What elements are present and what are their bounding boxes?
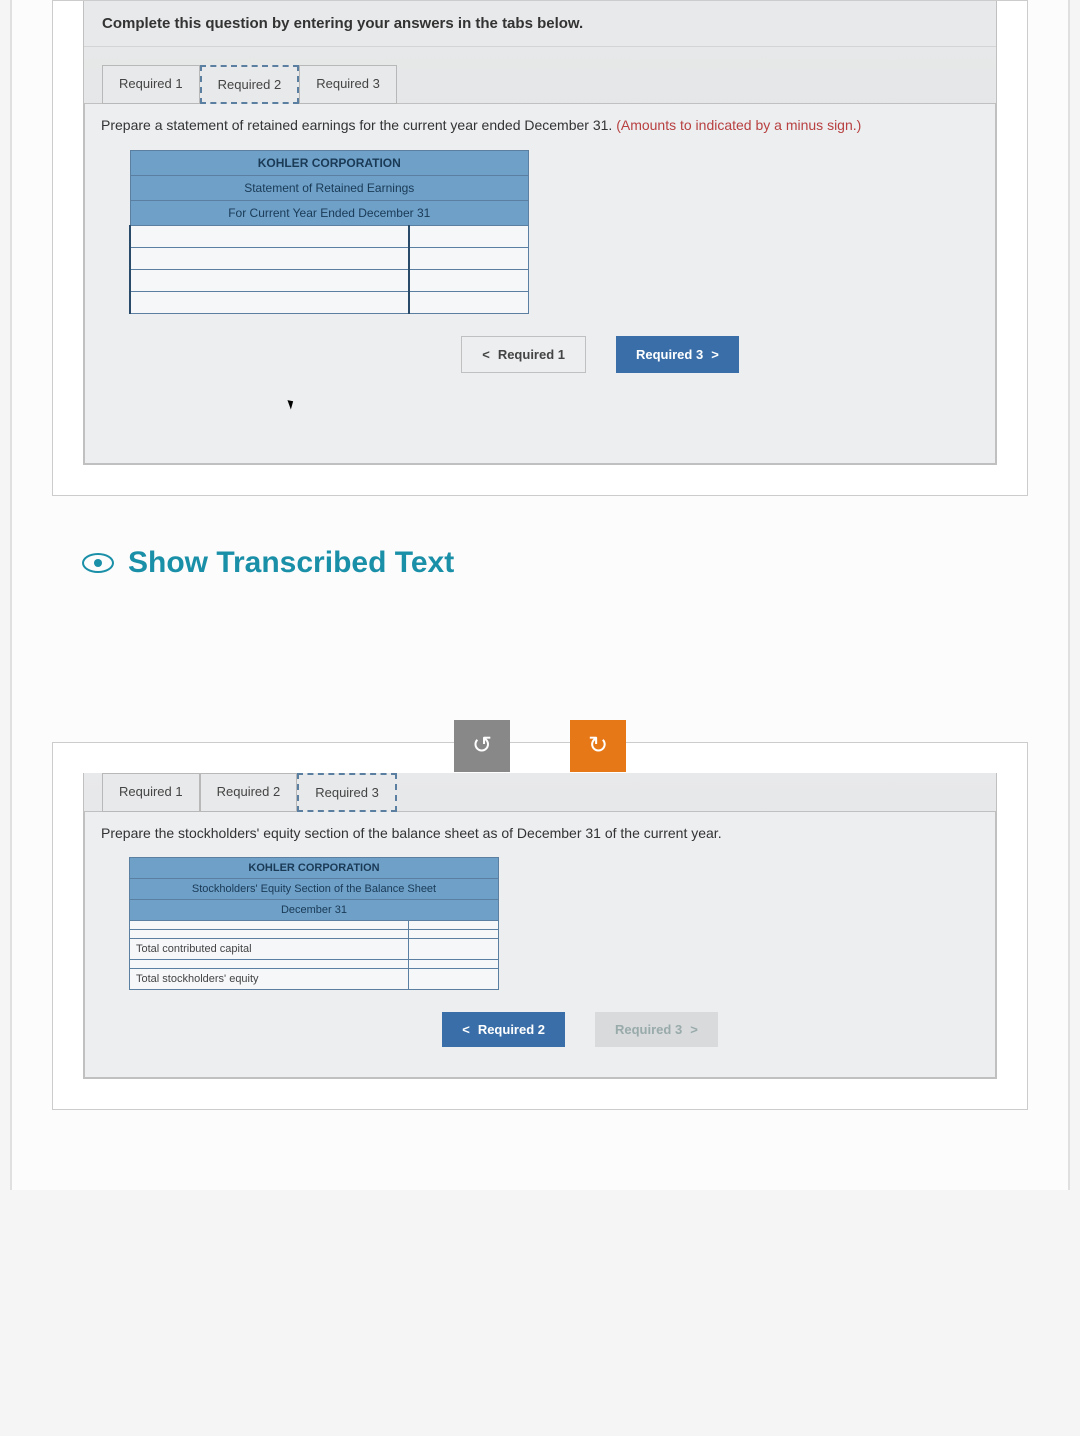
ws2-row4-label[interactable] <box>130 960 409 969</box>
ws-subtitle1: Statement of Retained Earnings <box>130 175 529 200</box>
rotate-controls: ↺ ↻ <box>52 720 1028 772</box>
rotate-cw-icon: ↻ <box>588 731 608 760</box>
ws2-row2-val[interactable] <box>409 930 499 939</box>
ws2-row1-label[interactable] <box>130 921 409 930</box>
tab2-required-3[interactable]: Required 3 <box>297 773 397 812</box>
prompt-main: Prepare a statement of retained earnings… <box>101 117 616 133</box>
panel-2: Required 1 Required 2 Required 3 Prepare… <box>83 773 997 1080</box>
ws2-row3-val[interactable] <box>409 939 499 960</box>
ws-row2-label[interactable] <box>130 247 409 269</box>
ws-row4-val[interactable] <box>409 291 529 313</box>
tab2-required-1[interactable]: Required 1 <box>102 773 200 812</box>
prompt-text-1: Prepare a statement of retained earnings… <box>101 116 979 136</box>
prev-label-2: Required 2 <box>478 1022 545 1037</box>
tab-row-1: Required 1 Required 2 Required 3 <box>102 65 996 104</box>
chevron-left-icon-2: < <box>462 1022 470 1037</box>
ws2-subtitle2: December 31 <box>130 900 499 921</box>
chevron-right-icon: > <box>711 347 719 362</box>
ws-row3-label[interactable] <box>130 269 409 291</box>
worksheet-stockholders-equity: KOHLER CORPORATION Stockholders' Equity … <box>129 857 499 990</box>
ws2-row4-val[interactable] <box>409 960 499 969</box>
rotate-right-button[interactable]: ↻ <box>570 720 626 772</box>
eye-icon <box>82 553 114 573</box>
tab-required-1[interactable]: Required 1 <box>102 65 200 104</box>
ws-row1-val[interactable] <box>409 225 529 247</box>
question-card-2: Required 1 Required 2 Required 3 Prepare… <box>52 742 1028 1111</box>
panel-1: Complete this question by entering your … <box>83 1 997 465</box>
ws2-row1-val[interactable] <box>409 921 499 930</box>
prev-button-2[interactable]: < Required 2 <box>442 1012 565 1047</box>
tab-required-2[interactable]: Required 2 <box>200 65 300 104</box>
ws2-row5-label[interactable]: Total stockholders' equity <box>130 969 409 990</box>
tab-content-2: Prepare the stockholders' equity section… <box>84 811 996 1079</box>
instruction-bar: Complete this question by entering your … <box>84 1 996 47</box>
chevron-left-icon: < <box>482 347 490 362</box>
rotate-left-button[interactable]: ↺ <box>454 720 510 772</box>
tab-row-2: Required 1 Required 2 Required 3 <box>102 773 996 812</box>
show-transcribed-label: Show Transcribed Text <box>128 546 454 580</box>
ws-row3-val[interactable] <box>409 269 529 291</box>
tab-content-1: Prepare a statement of retained earnings… <box>84 103 996 464</box>
ws2-title: KOHLER CORPORATION <box>130 858 499 879</box>
prev-label-1: Required 1 <box>498 347 565 362</box>
worksheet-retained-earnings: KOHLER CORPORATION Statement of Retained… <box>129 150 529 314</box>
prompt-text-2: Prepare the stockholders' equity section… <box>101 824 979 844</box>
prompt-hint: (Amounts to indicated by a minus sign.) <box>616 117 861 133</box>
ws2-row3-label[interactable]: Total contributed capital <box>130 939 409 960</box>
next-button-2: Required 3 > <box>595 1012 718 1047</box>
chevron-right-icon-2: > <box>690 1022 698 1037</box>
nav-btns-2: < Required 2 Required 3 > <box>181 1012 979 1047</box>
next-button-1[interactable]: Required 3 > <box>616 336 739 373</box>
ws2-subtitle1: Stockholders' Equity Section of the Bala… <box>130 879 499 900</box>
show-transcribed-button[interactable]: Show Transcribed Text <box>52 536 1028 620</box>
next-label-2: Required 3 <box>615 1022 682 1037</box>
tab-required-3[interactable]: Required 3 <box>299 65 397 104</box>
ws2-row2-label[interactable] <box>130 930 409 939</box>
ws2-row5-val[interactable] <box>409 969 499 990</box>
ws-title: KOHLER CORPORATION <box>130 150 529 175</box>
ws-subtitle2: For Current Year Ended December 31 <box>130 200 529 225</box>
ws-row2-val[interactable] <box>409 247 529 269</box>
ws-row4-label[interactable] <box>130 291 409 313</box>
nav-btns-1: < Required 1 Required 3 > <box>221 336 979 373</box>
rotate-ccw-icon: ↺ <box>472 731 492 760</box>
ws-row1-label[interactable] <box>130 225 409 247</box>
next-label-1: Required 3 <box>636 347 703 362</box>
tab2-required-2[interactable]: Required 2 <box>200 773 298 812</box>
prev-button-1[interactable]: < Required 1 <box>461 336 586 373</box>
question-card-1: Complete this question by entering your … <box>52 0 1028 496</box>
